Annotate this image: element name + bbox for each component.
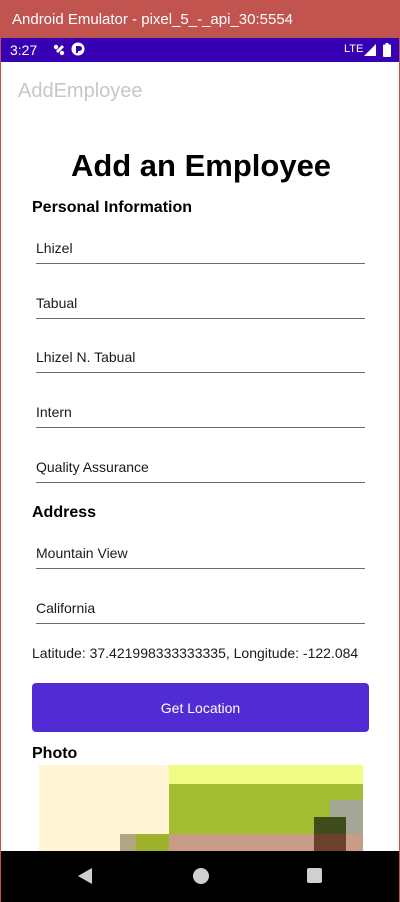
- photo-block: [314, 817, 346, 834]
- get-location-button[interactable]: Get Location: [32, 683, 369, 732]
- recents-icon[interactable]: [307, 868, 322, 883]
- app-title: AddEmployee: [18, 80, 143, 102]
- coordinates-text: Latitude: 37.421998333333335, Longitude:…: [32, 645, 359, 661]
- back-icon[interactable]: [77, 867, 93, 885]
- emulator-title-bar: Android Emulator - pixel_5_-_api_30:5554: [0, 0, 400, 38]
- state-field[interactable]: [36, 592, 365, 624]
- wifi-off-icon: [53, 44, 65, 56]
- first-name-input[interactable]: [36, 232, 365, 263]
- full-name-input[interactable]: [36, 341, 365, 372]
- full-name-field[interactable]: [36, 341, 365, 373]
- status-time: 3:27: [10, 42, 38, 58]
- page-title: Add an Employee: [70, 148, 332, 183]
- last-name-input[interactable]: [36, 287, 365, 318]
- signal-icon: [364, 44, 376, 56]
- photo-block: [169, 765, 363, 784]
- home-icon[interactable]: [193, 868, 209, 884]
- last-name-field[interactable]: [36, 287, 365, 319]
- city-field[interactable]: [36, 537, 365, 569]
- network-type: LTE: [344, 43, 364, 55]
- position-input[interactable]: [36, 396, 365, 427]
- first-name-field[interactable]: [36, 232, 365, 264]
- battery-icon: [383, 43, 391, 57]
- department-input[interactable]: [36, 451, 365, 482]
- sync-icon: [71, 42, 85, 56]
- city-input[interactable]: [36, 537, 365, 568]
- photo-label: Photo: [32, 745, 78, 762]
- navigation-bar: [1, 851, 399, 902]
- address-label: Address: [32, 504, 97, 521]
- window-title: Android Emulator - pixel_5_-_api_30:5554: [12, 11, 294, 28]
- personal-information-label: Personal Information: [32, 199, 193, 216]
- state-input[interactable]: [36, 592, 365, 623]
- status-bar: 3:27 LTE: [1, 38, 399, 62]
- department-field[interactable]: [36, 451, 365, 483]
- position-field[interactable]: [36, 396, 365, 428]
- device-screen: 3:27 LTE AddEmployee Add an Employee Per…: [0, 38, 400, 902]
- employee-photo[interactable]: [39, 765, 363, 855]
